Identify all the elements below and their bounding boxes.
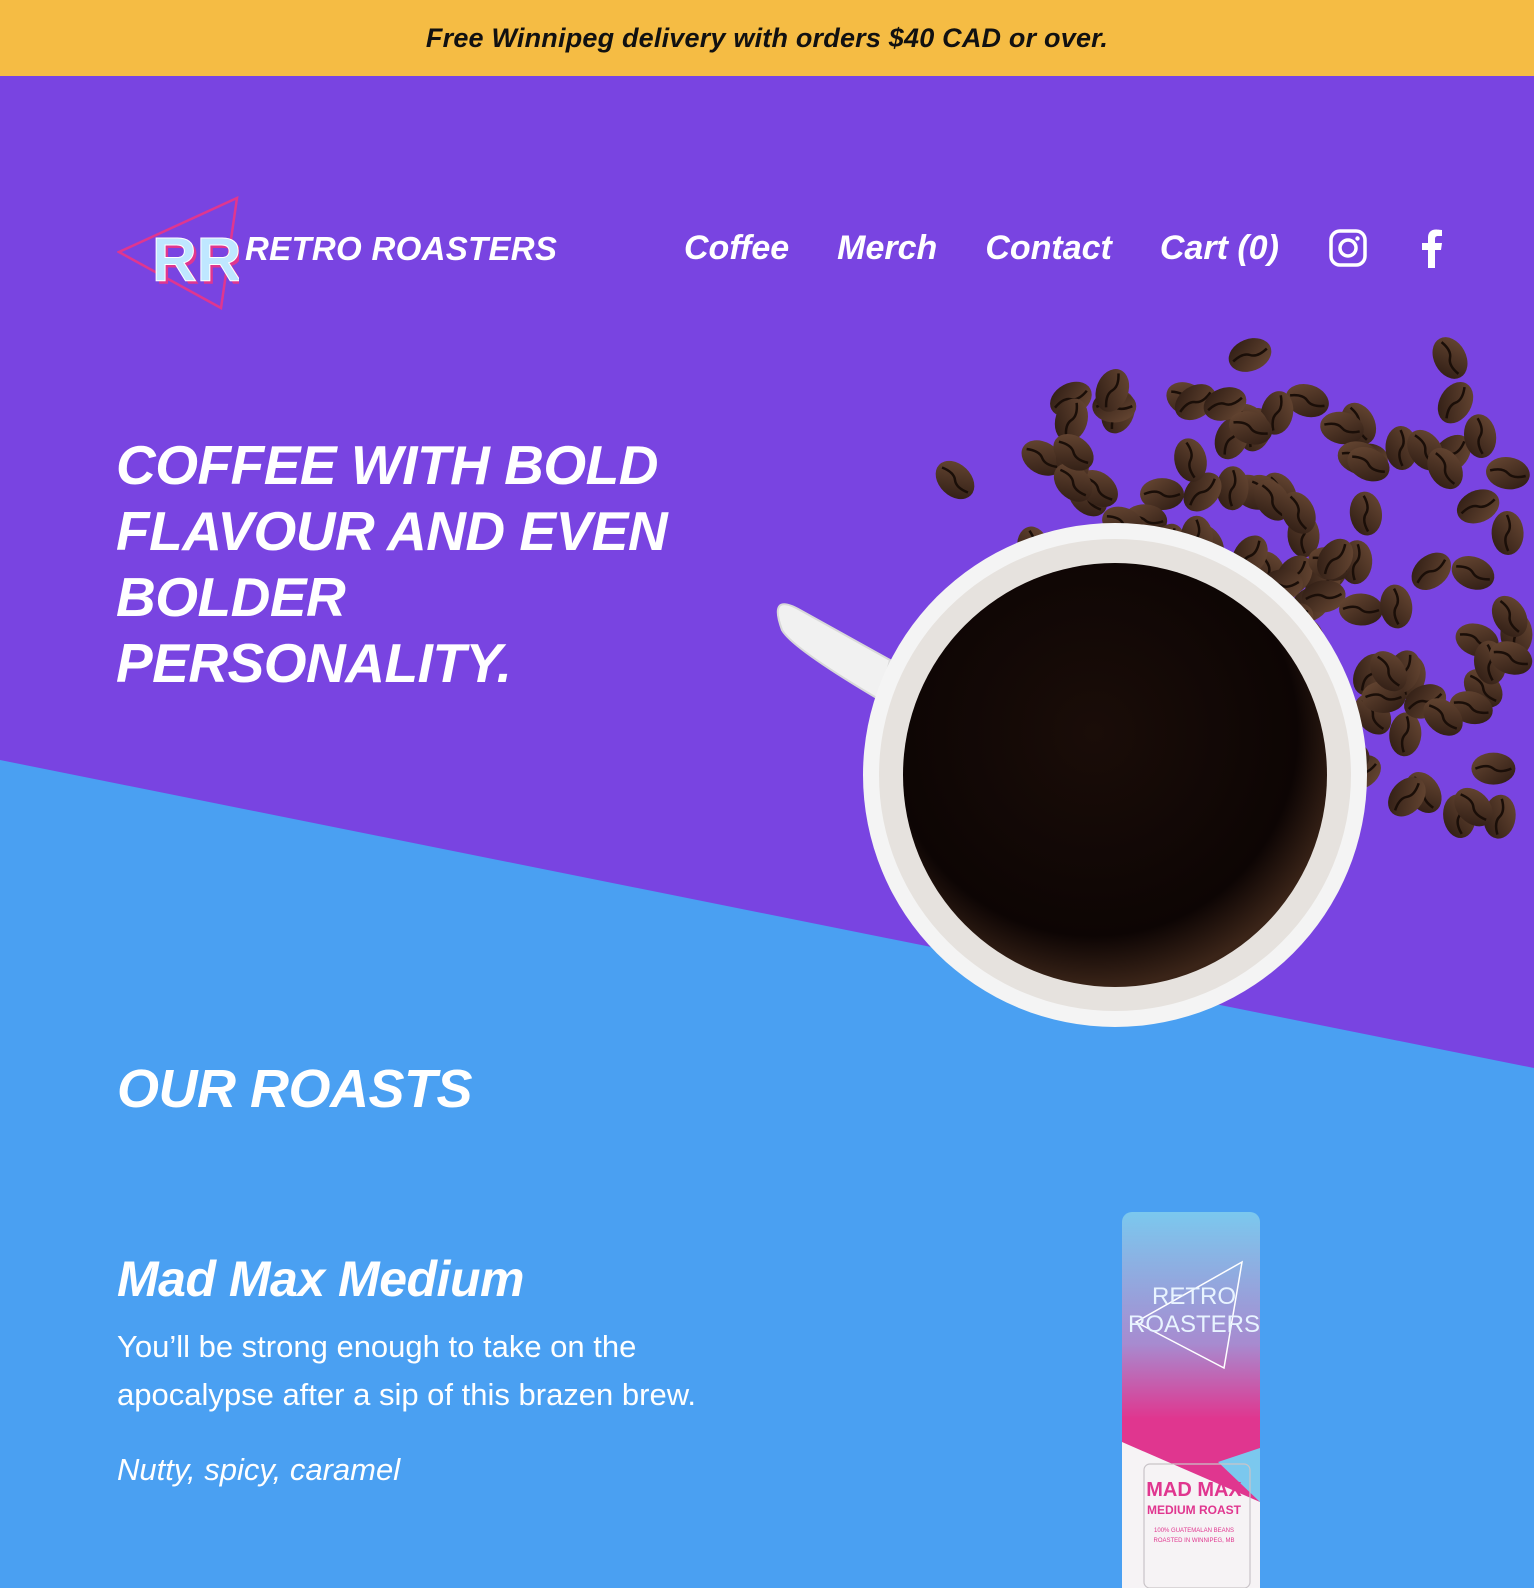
instagram-icon[interactable] bbox=[1329, 229, 1367, 267]
nav-cart[interactable]: Cart (0) bbox=[1160, 229, 1279, 268]
brand-name: RETRO ROASTERS bbox=[245, 230, 558, 267]
facebook-icon[interactable] bbox=[1421, 228, 1443, 268]
svg-text:RETRO: RETRO bbox=[1152, 1283, 1236, 1310]
logo-mark-icon: RR RR bbox=[117, 196, 239, 310]
coffee-bag-image[interactable]: RETRO ROASTERS MAD MAX MEDIUM ROAST 100%… bbox=[1118, 1212, 1264, 1588]
roast-tasting-notes: Nutty, spicy, caramel bbox=[117, 1452, 401, 1487]
svg-text:100% GUATEMALAN BEANS: 100% GUATEMALAN BEANS bbox=[1154, 1528, 1234, 1534]
svg-text:ROASTERS: ROASTERS bbox=[1128, 1311, 1260, 1338]
hero-headline: COFFEE WITH BOLD FLAVOUR AND EVEN BOLDER… bbox=[116, 434, 668, 694]
svg-text:ROASTED IN WINNIPEG, MB: ROASTED IN WINNIPEG, MB bbox=[1153, 1538, 1234, 1544]
nav-merch[interactable]: Merch bbox=[837, 229, 937, 268]
svg-text:MEDIUM ROAST: MEDIUM ROAST bbox=[1147, 1503, 1242, 1517]
our-roasts-title: OUR ROASTS bbox=[117, 1059, 473, 1119]
roast-description: You’ll be strong enough to take on the a… bbox=[117, 1329, 696, 1412]
main-nav: Coffee Merch Contact Cart (0) bbox=[684, 228, 1443, 268]
coffee-cup-and-beans-image bbox=[776, 337, 1533, 1027]
svg-text:MAD MAX: MAD MAX bbox=[1146, 1479, 1242, 1501]
nav-coffee[interactable]: Coffee bbox=[684, 229, 789, 268]
announcement-text: Free Winnipeg delivery with orders $40 C… bbox=[425, 22, 1109, 53]
announcement-bar: Free Winnipeg delivery with orders $40 C… bbox=[0, 0, 1534, 76]
nav-contact[interactable]: Contact bbox=[985, 229, 1112, 268]
svg-text:RR: RR bbox=[152, 226, 239, 295]
roast-name[interactable]: Mad Max Medium bbox=[117, 1250, 524, 1308]
logo[interactable]: RR RR RETRO ROASTERS bbox=[117, 196, 557, 312]
